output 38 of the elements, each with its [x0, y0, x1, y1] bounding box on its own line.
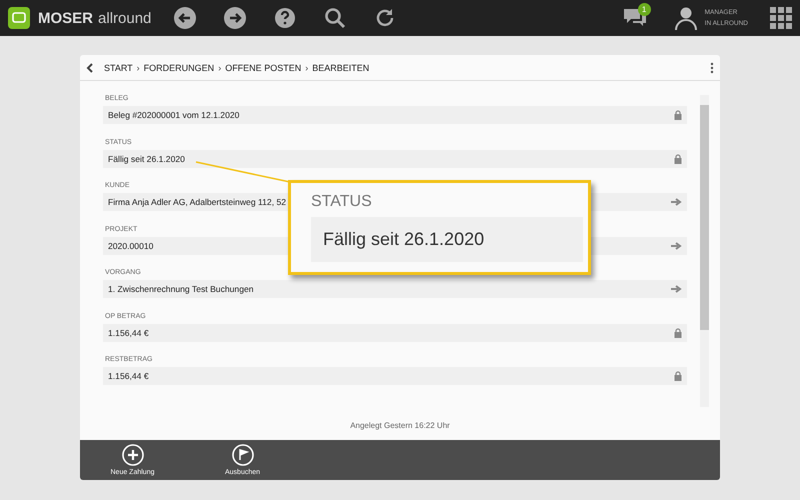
lock-icon — [674, 154, 682, 164]
breadcrumb-item[interactable]: OFFENE POSTEN — [225, 62, 302, 72]
breadcrumb-item[interactable]: START — [104, 62, 133, 72]
created-timestamp: Angelegt Gestern 16:22 Uhr — [350, 421, 450, 430]
forward-icon[interactable] — [223, 6, 248, 30]
callout-value: Fällig seit 26.1.2020 — [311, 217, 583, 262]
back-chevron-icon[interactable] — [86, 62, 94, 72]
arrow-right-icon[interactable] — [671, 242, 682, 250]
lock-icon — [674, 371, 682, 381]
arrow-right-icon[interactable] — [671, 198, 682, 206]
brand-name: MOSER — [38, 10, 94, 26]
notification-badge: 1 — [638, 3, 651, 16]
breadcrumb-separator: › — [218, 62, 222, 72]
lock-icon — [674, 110, 682, 120]
more-options-icon[interactable] — [710, 62, 714, 74]
back-icon[interactable] — [173, 6, 198, 30]
apps-grid-icon[interactable] — [770, 7, 792, 29]
field-value: Fällig seit 26.1.2020 — [103, 150, 687, 168]
field-value: 1.156,44 € — [103, 367, 687, 385]
search-icon[interactable] — [323, 6, 348, 30]
flag-circle-icon — [232, 444, 254, 466]
field-value: 1. Zwischenrechnung Test Buchungen — [103, 280, 687, 298]
breadcrumb-item[interactable]: BEARBEITEN — [312, 62, 370, 72]
arrow-right-icon[interactable] — [671, 285, 682, 293]
field-value: 1.156,44 € — [103, 324, 687, 342]
breadcrumb-item[interactable]: FORDERUNGEN — [144, 62, 214, 72]
callout-label: STATUS — [311, 193, 373, 211]
user-icon[interactable] — [674, 6, 697, 30]
scrollbar[interactable] — [700, 95, 709, 407]
chat-icon[interactable] — [622, 6, 647, 28]
field-value: Beleg #202000001 vom 12.1.2020 — [103, 106, 687, 124]
logo-icon — [8, 7, 30, 29]
lock-icon — [674, 328, 682, 338]
plus-circle-icon — [122, 444, 144, 466]
help-icon[interactable] — [273, 6, 298, 30]
breadcrumb-separator: › — [305, 62, 308, 72]
breadcrumb-separator: › — [136, 62, 140, 72]
brand-suffix: allround — [98, 10, 152, 26]
